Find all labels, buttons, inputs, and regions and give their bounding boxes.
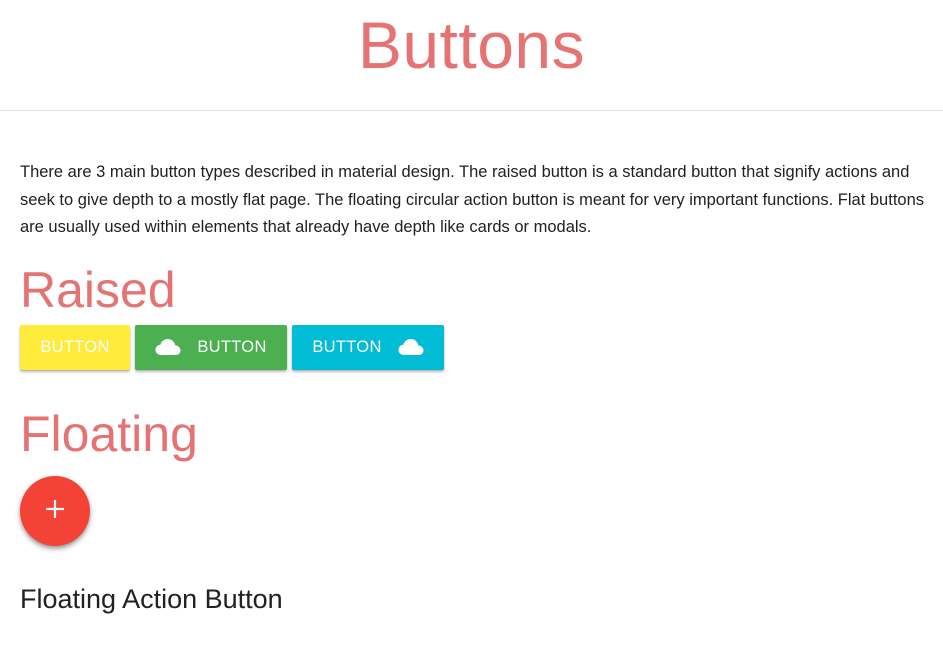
- cloud-icon: [398, 338, 424, 356]
- cloud-icon: [155, 338, 181, 356]
- main-content: There are 3 main button types described …: [0, 159, 943, 616]
- floating-action-button[interactable]: [20, 475, 90, 546]
- floating-heading: Floating: [20, 405, 198, 462]
- plus-icon: [45, 499, 65, 521]
- button-label: BUTTON: [312, 337, 382, 356]
- raised-button-green[interactable]: BUTTON: [135, 324, 287, 370]
- raised-button-row: BUTTON BUTTON BUTTON: [20, 324, 943, 370]
- raised-button-yellow[interactable]: BUTTON: [20, 324, 130, 370]
- page-title: Buttons: [357, 8, 586, 82]
- page-header: Buttons: [0, 0, 943, 111]
- raised-button-cyan[interactable]: BUTTON: [292, 324, 444, 370]
- button-label: BUTTON: [197, 337, 267, 356]
- button-label: BUTTON: [40, 337, 110, 356]
- raised-heading: Raised: [20, 261, 176, 318]
- fab-subheading: Floating Action Button: [20, 583, 283, 614]
- intro-paragraph: There are 3 main button types described …: [20, 163, 925, 236]
